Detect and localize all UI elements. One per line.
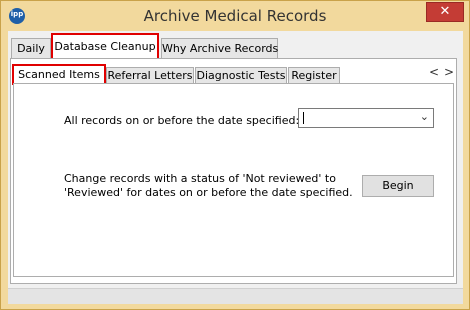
text-caret — [303, 112, 304, 124]
window-title: Archive Medical Records — [143, 7, 327, 25]
change-description-line2: 'Reviewed' for dates on or before the da… — [64, 186, 353, 199]
tab-scanned-items[interactable]: Scanned Items — [12, 64, 106, 85]
tab-referral-letters[interactable]: Referral Letters — [106, 67, 194, 84]
database-cleanup-panel: Scanned Items Referral Letters Diagnosti… — [10, 58, 457, 284]
tab-register[interactable]: Register — [288, 67, 340, 84]
tab-diagnostic-tests[interactable]: Diagnostic Tests — [195, 67, 287, 84]
tab-why-archive-records[interactable]: Why Archive Records — [161, 38, 278, 59]
close-button[interactable]: ✕ — [426, 2, 464, 22]
begin-button[interactable]: Begin — [362, 175, 434, 197]
archive-window: ipp Archive Medical Records ✕ Daily Data… — [0, 0, 470, 310]
client-area: Daily Database Cleanup Why Archive Recor… — [8, 31, 463, 304]
chevron-down-icon[interactable]: ⌄ — [420, 110, 429, 123]
tab-scroll-right-icon[interactable]: > — [442, 65, 456, 79]
tab-database-cleanup[interactable]: Database Cleanup — [51, 33, 159, 60]
close-icon: ✕ — [439, 4, 451, 19]
change-description-line1: Change records with a status of 'Not rev… — [64, 172, 336, 185]
title-bar[interactable]: ipp Archive Medical Records ✕ — [1, 1, 469, 31]
tab-daily[interactable]: Daily — [11, 38, 51, 59]
tab-scroll-left-icon[interactable]: < — [427, 65, 441, 79]
date-label: All records on or before the date specif… — [64, 114, 300, 127]
status-bar — [8, 288, 463, 304]
date-picker[interactable]: ⌄ — [298, 108, 434, 128]
